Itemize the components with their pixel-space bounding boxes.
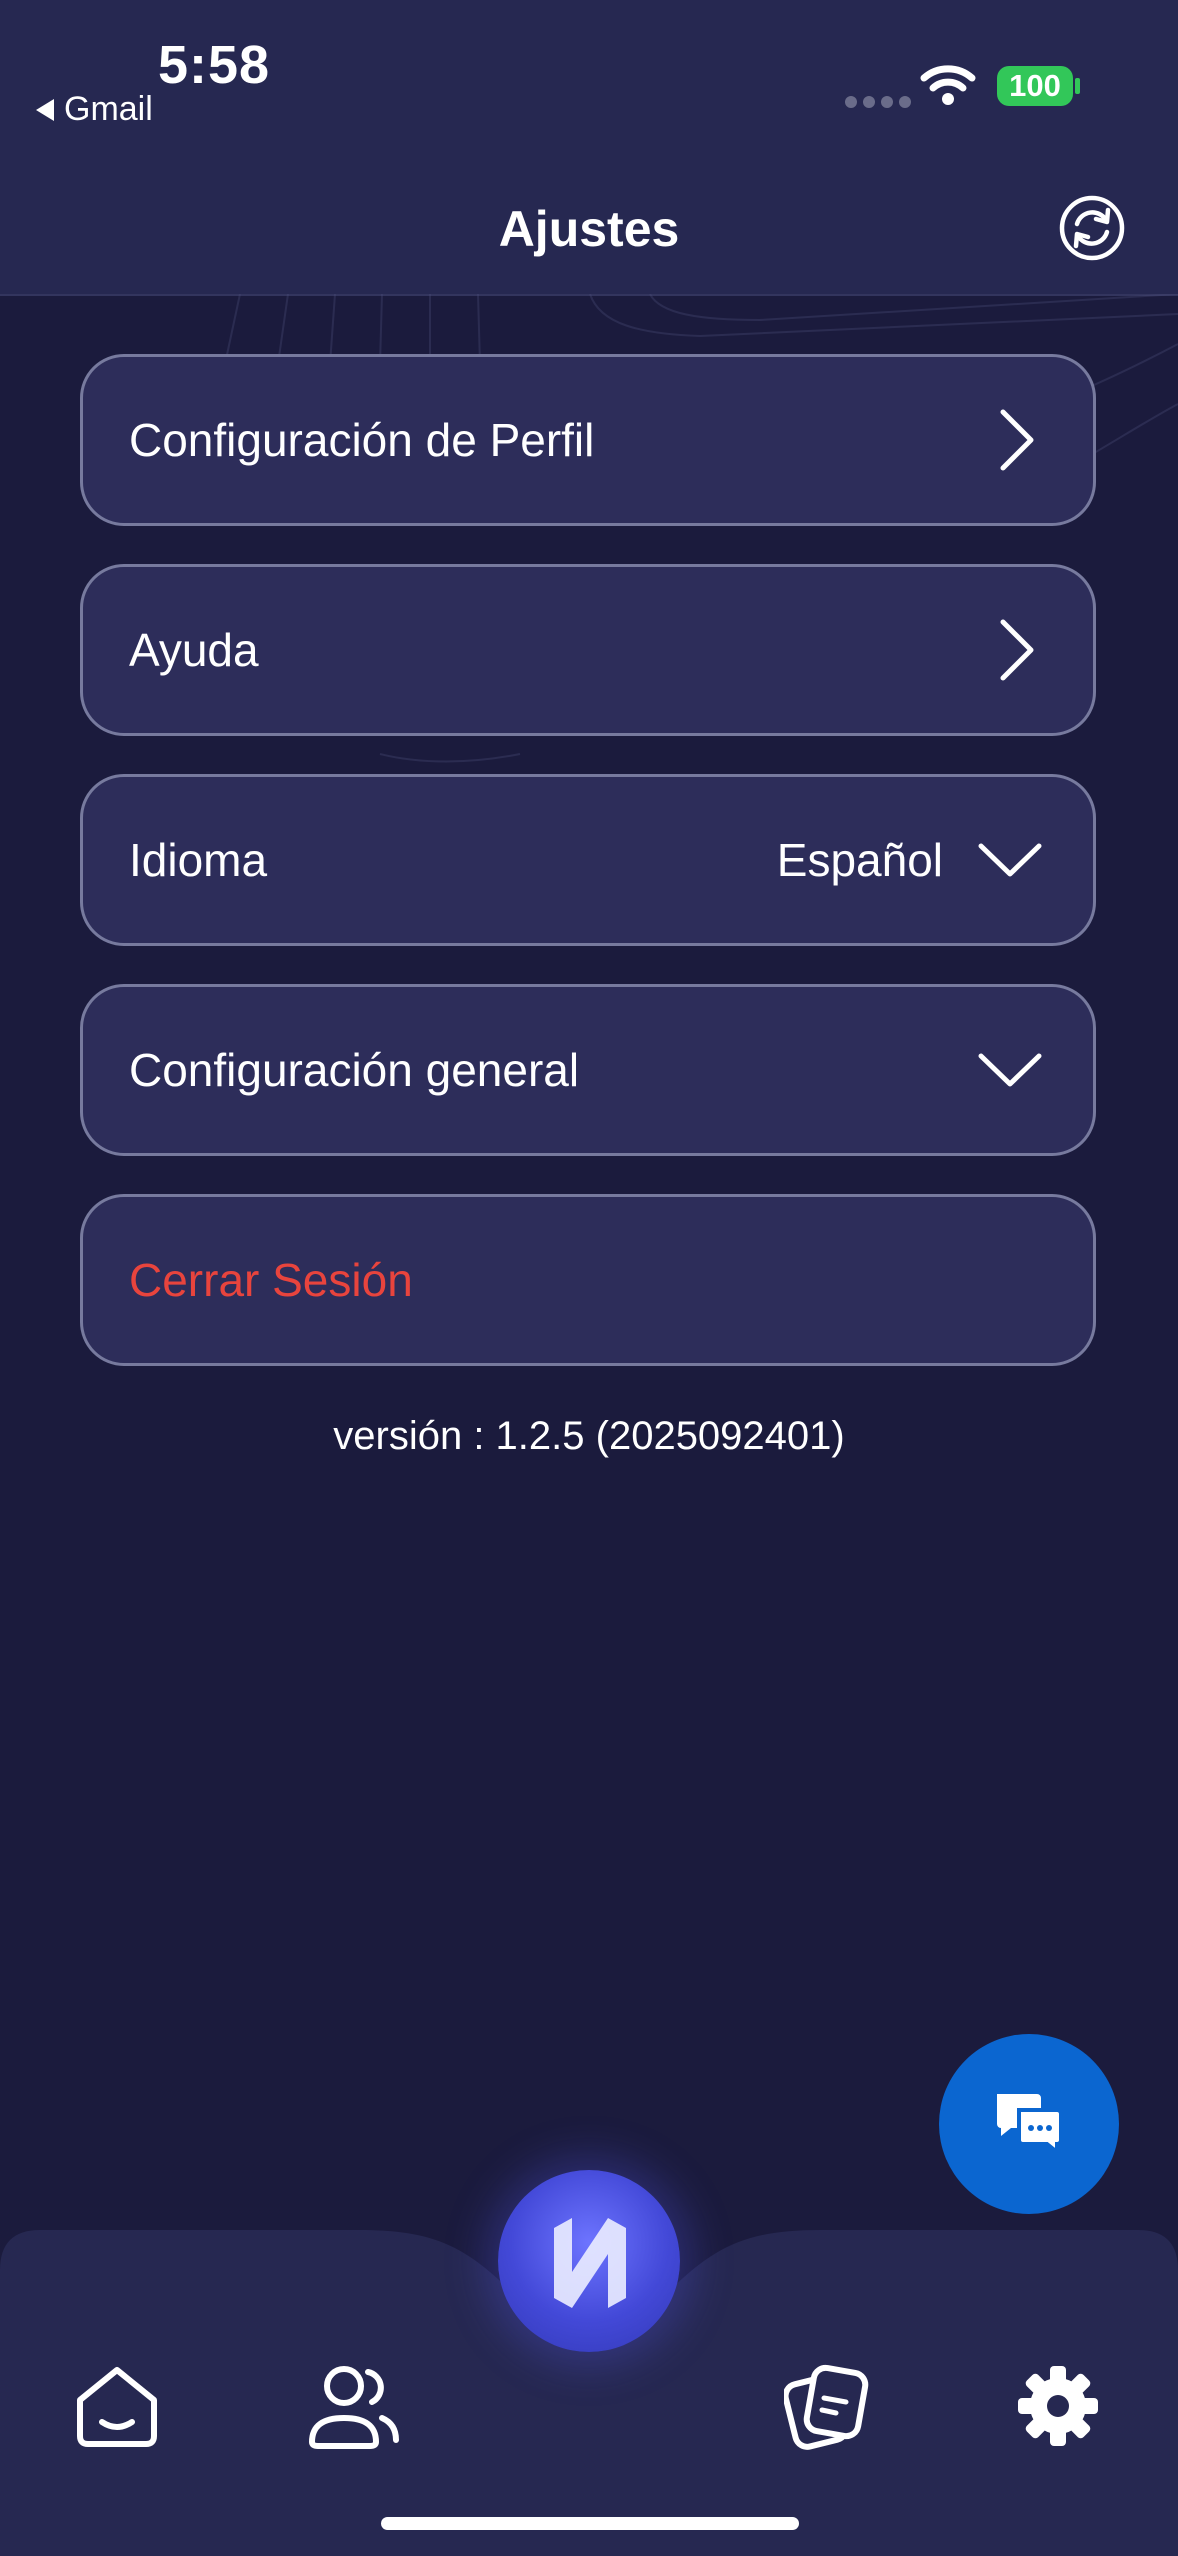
- chevron-down-icon: [978, 1053, 1042, 1087]
- language-select[interactable]: Idioma Español: [80, 774, 1096, 946]
- chevron-down-icon: [978, 843, 1042, 877]
- users-icon[interactable]: [306, 2362, 402, 2450]
- logo-icon: [554, 2218, 626, 2308]
- general-settings-label: Configuración general: [129, 1044, 580, 1096]
- help-item[interactable]: Ayuda: [80, 564, 1096, 736]
- logout-button[interactable]: Cerrar Sesión: [80, 1194, 1096, 1366]
- chat-fab-button[interactable]: [939, 2034, 1119, 2214]
- chevron-right-icon: [1000, 619, 1034, 681]
- status-time: 5:58: [158, 35, 271, 95]
- home-icon[interactable]: [72, 2364, 162, 2450]
- back-triangle-icon: [36, 98, 54, 121]
- chevron-right-icon: [1000, 409, 1034, 471]
- battery-indicator: 100: [997, 66, 1073, 106]
- header-bar: Ajustes: [0, 170, 1178, 296]
- logout-label: Cerrar Sesión: [129, 1254, 413, 1306]
- back-app-label: Gmail: [64, 90, 153, 128]
- help-label: Ayuda: [129, 624, 259, 676]
- battery-tip: [1075, 78, 1080, 94]
- cards-icon[interactable]: [784, 2362, 870, 2452]
- general-settings-dropdown[interactable]: Configuración general: [80, 984, 1096, 1156]
- profile-settings-label: Configuración de Perfil: [129, 414, 595, 466]
- chat-icon: [997, 2094, 1063, 2157]
- cellular-signal-icon: [845, 96, 911, 108]
- home-indicator[interactable]: [381, 2517, 799, 2530]
- sync-icon[interactable]: [1058, 194, 1126, 262]
- page-title: Ajustes: [498, 201, 680, 257]
- wifi-icon: [920, 65, 976, 105]
- center-logo-button[interactable]: [498, 2170, 680, 2352]
- language-label: Idioma: [129, 834, 268, 886]
- gear-icon[interactable]: [1016, 2364, 1100, 2448]
- version-text: versión : 1.2.5 (2025092401): [333, 1414, 845, 1458]
- back-to-app-link[interactable]: Gmail: [36, 90, 153, 129]
- status-bar: 5:58 Gmail 100: [0, 0, 1178, 170]
- profile-settings-item[interactable]: Configuración de Perfil: [80, 354, 1096, 526]
- language-value: Español: [776, 834, 943, 886]
